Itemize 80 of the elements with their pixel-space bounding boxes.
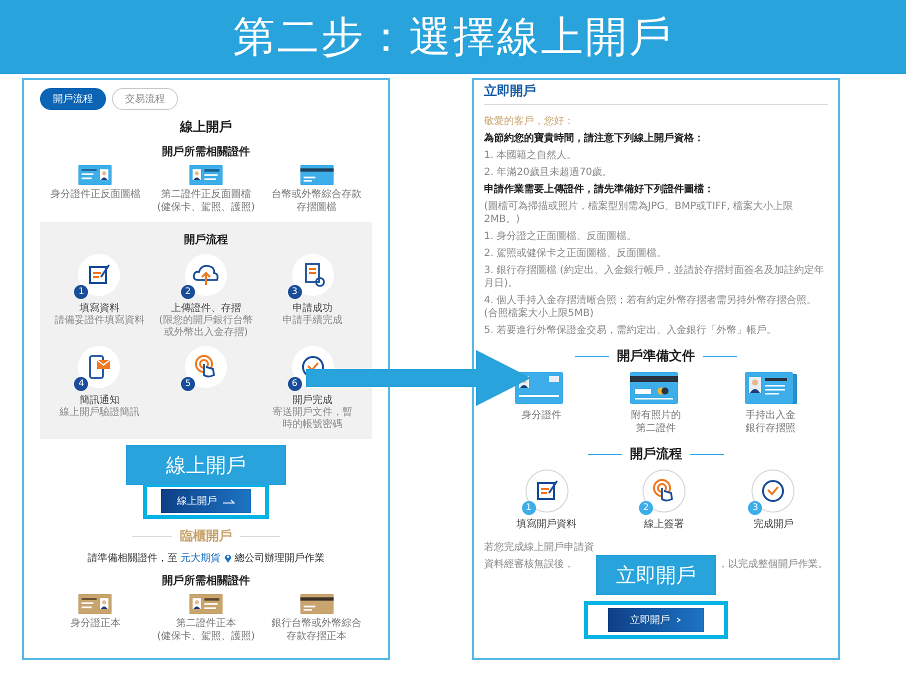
step-number-badge: 1 xyxy=(74,285,88,299)
document-label: 第二證件正反面圖檔 xyxy=(160,188,251,201)
closing-text: ，以完成整個開戶作業。 xyxy=(718,558,828,571)
step-number-badge: 3 xyxy=(748,501,762,515)
closing-text: 資料經審核無誤後， xyxy=(484,558,574,571)
notice-text: (圖檔可為掃描或照片，檔案型別需為JPG、BMP或TIFF, 檔案大小上限2MB。) xyxy=(484,200,794,226)
document-label: 第二證件正本 xyxy=(176,617,236,630)
phone-icon xyxy=(77,345,122,389)
notice-text: 1. 本國籍之自然人。 xyxy=(484,149,578,162)
process-heading: 開戶流程 xyxy=(184,232,228,247)
document-label: 存摺圖檔 xyxy=(296,201,337,214)
open-account-button[interactable]: 線上開戶 xyxy=(161,489,251,513)
document-label: 身分證正本 xyxy=(70,617,120,630)
step-description: 請備妥證件填寫資料 xyxy=(54,315,144,327)
step-number-badge: 3 xyxy=(288,285,302,299)
step-description: 或外幣出入金存摺) xyxy=(164,327,248,339)
step-description: 申請手續完成 xyxy=(282,315,343,327)
section-heading: 線上開戶 xyxy=(180,118,232,136)
callout-label: 線上開戶 xyxy=(126,445,286,485)
tab[interactable]: 開戶流程 xyxy=(40,88,106,110)
upload-icon xyxy=(184,253,228,297)
document-label: 銀行存摺照 xyxy=(746,422,796,435)
notice-text: 5. 若要進行外幣保證金交易，需約定出、入金銀行「外幣」帳戶。 xyxy=(484,324,778,337)
notice-text: 3. 銀行存摺圖檔 (約定出、入金銀行帳戶，並請於存摺封面簽名及加註約定年月日)。 xyxy=(484,264,825,290)
form-icon xyxy=(77,253,122,297)
step-title: 開戶完成 xyxy=(292,394,333,406)
slide-title: 第二步：選擇線上開戶 xyxy=(233,11,673,63)
notice-text: 1. 身分證之正面圖檔、反面圖檔。 xyxy=(484,230,638,243)
notice-text: 為節約您的寶貴時間，請注意下列線上開戶資格： xyxy=(484,132,705,145)
step-description: 時的帳號密碼 xyxy=(282,419,343,431)
section-heading: 開戶流程 xyxy=(630,446,682,463)
step-number-badge: 5 xyxy=(180,377,195,391)
document-label: 第二證件 xyxy=(636,422,676,435)
step-title: 完成開戶 xyxy=(753,518,794,531)
document-label: 身分證件 xyxy=(521,409,562,422)
document-label: 台幣或外幣綜合存款 xyxy=(272,188,362,201)
notice-text: 申請作業需要上傳證件，請先準備好下列證件圖檔： xyxy=(484,183,715,196)
company-link[interactable]: 元大期貨 xyxy=(180,551,220,565)
closing-text: 若您完成線上開戶申請資 xyxy=(484,541,595,554)
step-description: (限您的開戶銀行台幣 xyxy=(159,315,253,326)
document-label: 手持出入金 xyxy=(746,409,796,422)
step-title: 申請成功 xyxy=(292,302,333,314)
step-title: 線上簽署 xyxy=(644,518,684,531)
step-number-badge: 1 xyxy=(522,501,536,515)
step-title: 上傳證件、存摺 xyxy=(170,302,241,314)
touch-icon xyxy=(184,345,228,389)
touch-icon xyxy=(642,469,686,513)
document-label: (健保卡、駕照、護照) xyxy=(157,201,255,214)
notice-text: 4. 個人手持入金存摺清晰合照；若有約定外幣存摺者需另持外幣存摺合照。(合照檔案大小上限5MB) xyxy=(484,294,818,320)
notice-text: 敬愛的客戶，您好： xyxy=(484,115,575,128)
section-subheading: 開戶所需相關證件 xyxy=(162,573,250,588)
form-icon xyxy=(524,469,569,513)
section-heading: 臨櫃開戶 xyxy=(180,528,232,545)
counter-note: 請準備相關證件，至 元大期貨 總公司辦理開戶作業 xyxy=(88,551,324,565)
document-label: 附有照片的 xyxy=(630,409,681,422)
step-title: 簡訊通知 xyxy=(79,394,120,406)
step-number-badge: 4 xyxy=(74,377,88,391)
document-label: 存款存摺正本 xyxy=(286,630,347,643)
document-label: 身分證件正反面圖檔 xyxy=(50,188,140,201)
step-description: 寄送開戶文件，暫 xyxy=(272,407,353,418)
document-label: 銀行台幣或外幣綜合 xyxy=(272,617,362,630)
chevron-icon xyxy=(676,617,682,623)
document-icon xyxy=(290,253,335,297)
step-number-badge: 6 xyxy=(288,377,302,391)
check-icon xyxy=(751,469,796,513)
notice-text: 2. 年滿20歲且未超過70歲。 xyxy=(484,166,614,179)
step-description: 線上開戶驗證簡訊 xyxy=(59,407,140,419)
step-number-badge: 2 xyxy=(638,501,653,515)
step-title: 填寫資料 xyxy=(79,302,120,314)
section-heading: 開戶準備文件 xyxy=(617,348,695,365)
step-number-badge: 2 xyxy=(180,285,195,299)
callout-label: 立即開戶 xyxy=(596,555,716,595)
open-account-button[interactable]: 立即開戶 xyxy=(608,608,704,632)
notice-text: 2. 駕照或健保卡之正面圖檔、反面圖檔。 xyxy=(484,247,668,260)
location-pin-icon xyxy=(224,553,232,563)
document-label: (健保卡、駕照、護照) xyxy=(157,630,255,643)
step-title: 填寫開戶資料 xyxy=(516,518,577,531)
tab[interactable]: 交易流程 xyxy=(112,88,178,110)
page-heading: 立即開戶 xyxy=(484,82,828,105)
section-subheading: 開戶所需相關證件 xyxy=(162,144,250,159)
